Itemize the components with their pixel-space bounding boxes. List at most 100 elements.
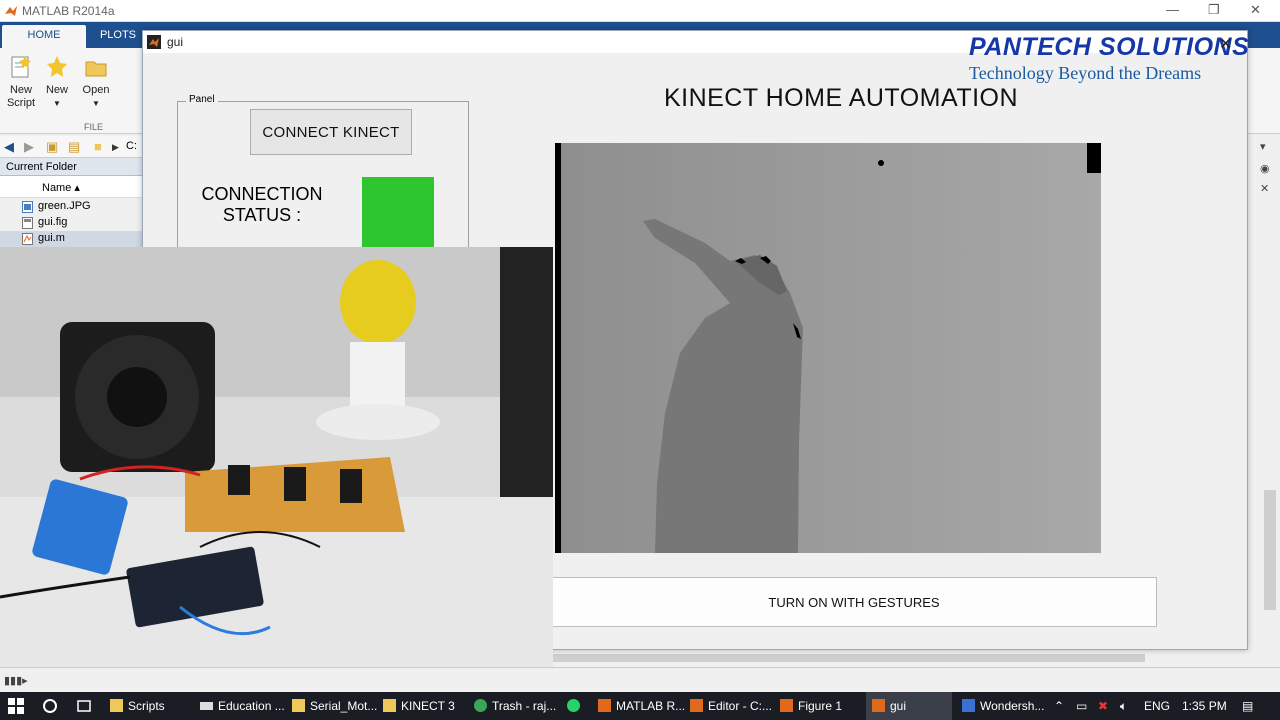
close-icon[interactable]: ✕ bbox=[1219, 34, 1232, 54]
taskbar-label: Education ... bbox=[218, 699, 285, 713]
matlab-icon bbox=[872, 699, 885, 712]
status-bar: ▮▮▮▸ bbox=[0, 667, 1280, 692]
windows-start-icon[interactable] bbox=[8, 698, 24, 714]
clock[interactable]: 1:35 PM bbox=[1182, 699, 1227, 713]
hardware-setup-photo bbox=[0, 247, 553, 667]
horizontal-scrollbar[interactable] bbox=[553, 651, 1280, 665]
vertical-scrollbar[interactable] bbox=[1262, 205, 1278, 635]
taskbar-label: KINECT 3 bbox=[401, 699, 455, 713]
open-label: Open bbox=[82, 84, 110, 96]
file-item[interactable]: green.JPG bbox=[0, 199, 142, 215]
taskbar-label: Scripts bbox=[128, 699, 165, 713]
folder-icon: ■ bbox=[94, 139, 102, 154]
volume-icon[interactable]: 🔈︎ bbox=[1120, 699, 1127, 714]
chrome-icon bbox=[474, 699, 487, 712]
taskbar-item-wondershare[interactable]: Wondersh... bbox=[962, 692, 1046, 720]
tab-home[interactable]: HOME bbox=[2, 25, 86, 48]
hardware-photo-image bbox=[0, 247, 553, 667]
connection-status-line-2: STATUS : bbox=[222, 205, 302, 225]
turn-on-with-gestures-button[interactable]: TURN ON WITH GESTURES bbox=[551, 577, 1157, 627]
close-icon[interactable]: ✕ bbox=[1250, 2, 1261, 18]
tab-plots[interactable]: PLOTS bbox=[90, 25, 146, 48]
connection-status-label: CONNECTION STATUS : bbox=[196, 184, 328, 226]
options-icon[interactable]: ◉ bbox=[1260, 162, 1270, 175]
name-column-label: Name ▴ bbox=[42, 182, 80, 194]
taskbar-label: Serial_Mot... bbox=[310, 699, 378, 713]
matlab-icon bbox=[598, 699, 611, 712]
matlab-logo-icon bbox=[147, 35, 161, 49]
scrollbar-thumb[interactable] bbox=[1264, 490, 1276, 610]
wondershare-icon bbox=[962, 699, 975, 712]
taskbar-item-whatsapp[interactable] bbox=[567, 692, 587, 720]
language-indicator[interactable]: ENG bbox=[1144, 699, 1170, 713]
taskbar-item-chrome[interactable]: Trash - raj... bbox=[474, 692, 556, 720]
open-button[interactable]: Open ▼ bbox=[82, 54, 110, 110]
depth-image bbox=[555, 143, 1101, 553]
current-folder-header: Current Folder bbox=[0, 158, 142, 176]
path-separator-icon: ▶ bbox=[112, 142, 119, 152]
connection-status-line-1: CONNECTION bbox=[201, 184, 323, 204]
taskbar-item-editor[interactable]: Editor - C:... bbox=[690, 692, 772, 720]
notifications-icon[interactable]: ▤ bbox=[1242, 699, 1253, 713]
back-arrow-icon[interactable]: ◀ bbox=[4, 139, 14, 155]
m-file-icon bbox=[22, 233, 33, 245]
taskbar-label: Wondersh... bbox=[980, 699, 1045, 713]
folder-icon bbox=[383, 699, 396, 712]
brand-logo: PANTECH SOLUTIONS Technology Beyond the … bbox=[969, 33, 1250, 84]
taskbar-item-education[interactable]: Education ... bbox=[200, 692, 285, 720]
chevron-down-icon[interactable]: ▾ bbox=[1260, 140, 1266, 153]
chevron-down-icon: ▼ bbox=[92, 99, 100, 108]
connection-status-indicator bbox=[362, 177, 434, 247]
scrollbar-thumb[interactable] bbox=[553, 654, 1145, 662]
taskbar-item-serial-mot[interactable]: Serial_Mot... bbox=[292, 692, 378, 720]
brand-name: PANTECH SOLUTIONS bbox=[969, 33, 1250, 61]
new-script-label-2: Script bbox=[6, 97, 36, 109]
taskbar-item-scripts[interactable]: Scripts bbox=[110, 692, 190, 720]
search-icon[interactable] bbox=[42, 698, 58, 714]
app-title: KINECT HOME AUTOMATION bbox=[663, 84, 1019, 112]
new-icon bbox=[47, 56, 67, 77]
taskbar-item-matlab[interactable]: MATLAB R... bbox=[598, 692, 685, 720]
fig-file-icon bbox=[22, 217, 33, 229]
new-script-button[interactable]: New Script bbox=[6, 54, 36, 110]
gui-window-title: gui bbox=[167, 35, 184, 49]
battery-icon[interactable]: ▭ bbox=[1076, 699, 1087, 713]
file-name: gui.fig bbox=[38, 216, 68, 228]
file-name: green.JPG bbox=[38, 200, 91, 212]
taskbar-label: Figure 1 bbox=[798, 699, 843, 713]
taskbar-item-gui[interactable]: gui bbox=[866, 692, 952, 720]
task-view-icon[interactable] bbox=[76, 698, 92, 714]
browse-folder-icon[interactable]: ▤ bbox=[68, 139, 80, 155]
drive-icon bbox=[200, 702, 213, 710]
folder-icon bbox=[110, 699, 123, 712]
kinect-depth-view bbox=[555, 143, 1101, 553]
forward-arrow-icon[interactable]: ▶ bbox=[24, 139, 34, 155]
up-folder-icon[interactable]: ▣ bbox=[46, 139, 58, 155]
new-script-label-1: New bbox=[9, 84, 32, 96]
restore-icon[interactable]: ❐ bbox=[1208, 2, 1220, 18]
connect-kinect-button[interactable]: CONNECT KINECT bbox=[250, 109, 412, 155]
taskbar-item-figure-1[interactable]: Figure 1 bbox=[780, 692, 860, 720]
minimize-icon[interactable]: — bbox=[1166, 2, 1179, 17]
address-path[interactable]: C: bbox=[126, 140, 137, 152]
folder-icon bbox=[292, 699, 305, 712]
file-item[interactable]: gui.m bbox=[0, 231, 142, 247]
close-icon[interactable]: ✕ bbox=[1260, 182, 1269, 195]
status-indicator-icon: ▮▮▮▸ bbox=[4, 675, 28, 687]
taskbar-label: MATLAB R... bbox=[616, 699, 686, 713]
file-item[interactable]: gui.fig bbox=[0, 215, 142, 231]
chevron-up-icon[interactable]: ⌃ bbox=[1054, 699, 1064, 713]
matlab-window-title: MATLAB R2014a bbox=[22, 4, 115, 18]
name-column-header[interactable]: Name ▴ bbox=[0, 176, 142, 198]
network-icon[interactable]: ✖ bbox=[1098, 699, 1108, 713]
folder-open-icon bbox=[85, 61, 107, 77]
taskbar-item-kinect-3[interactable]: KINECT 3 bbox=[383, 692, 465, 720]
taskbar-label: Trash - raj... bbox=[492, 699, 557, 713]
new-button[interactable]: New ▼ bbox=[44, 54, 70, 110]
new-script-icon bbox=[11, 56, 31, 78]
new-label: New bbox=[45, 84, 68, 96]
panel-label: Panel bbox=[186, 94, 218, 105]
image-file-icon bbox=[22, 201, 33, 213]
connection-panel: Panel CONNECT KINECT CONNECTION STATUS : bbox=[177, 94, 469, 251]
file-name: gui.m bbox=[38, 232, 65, 244]
